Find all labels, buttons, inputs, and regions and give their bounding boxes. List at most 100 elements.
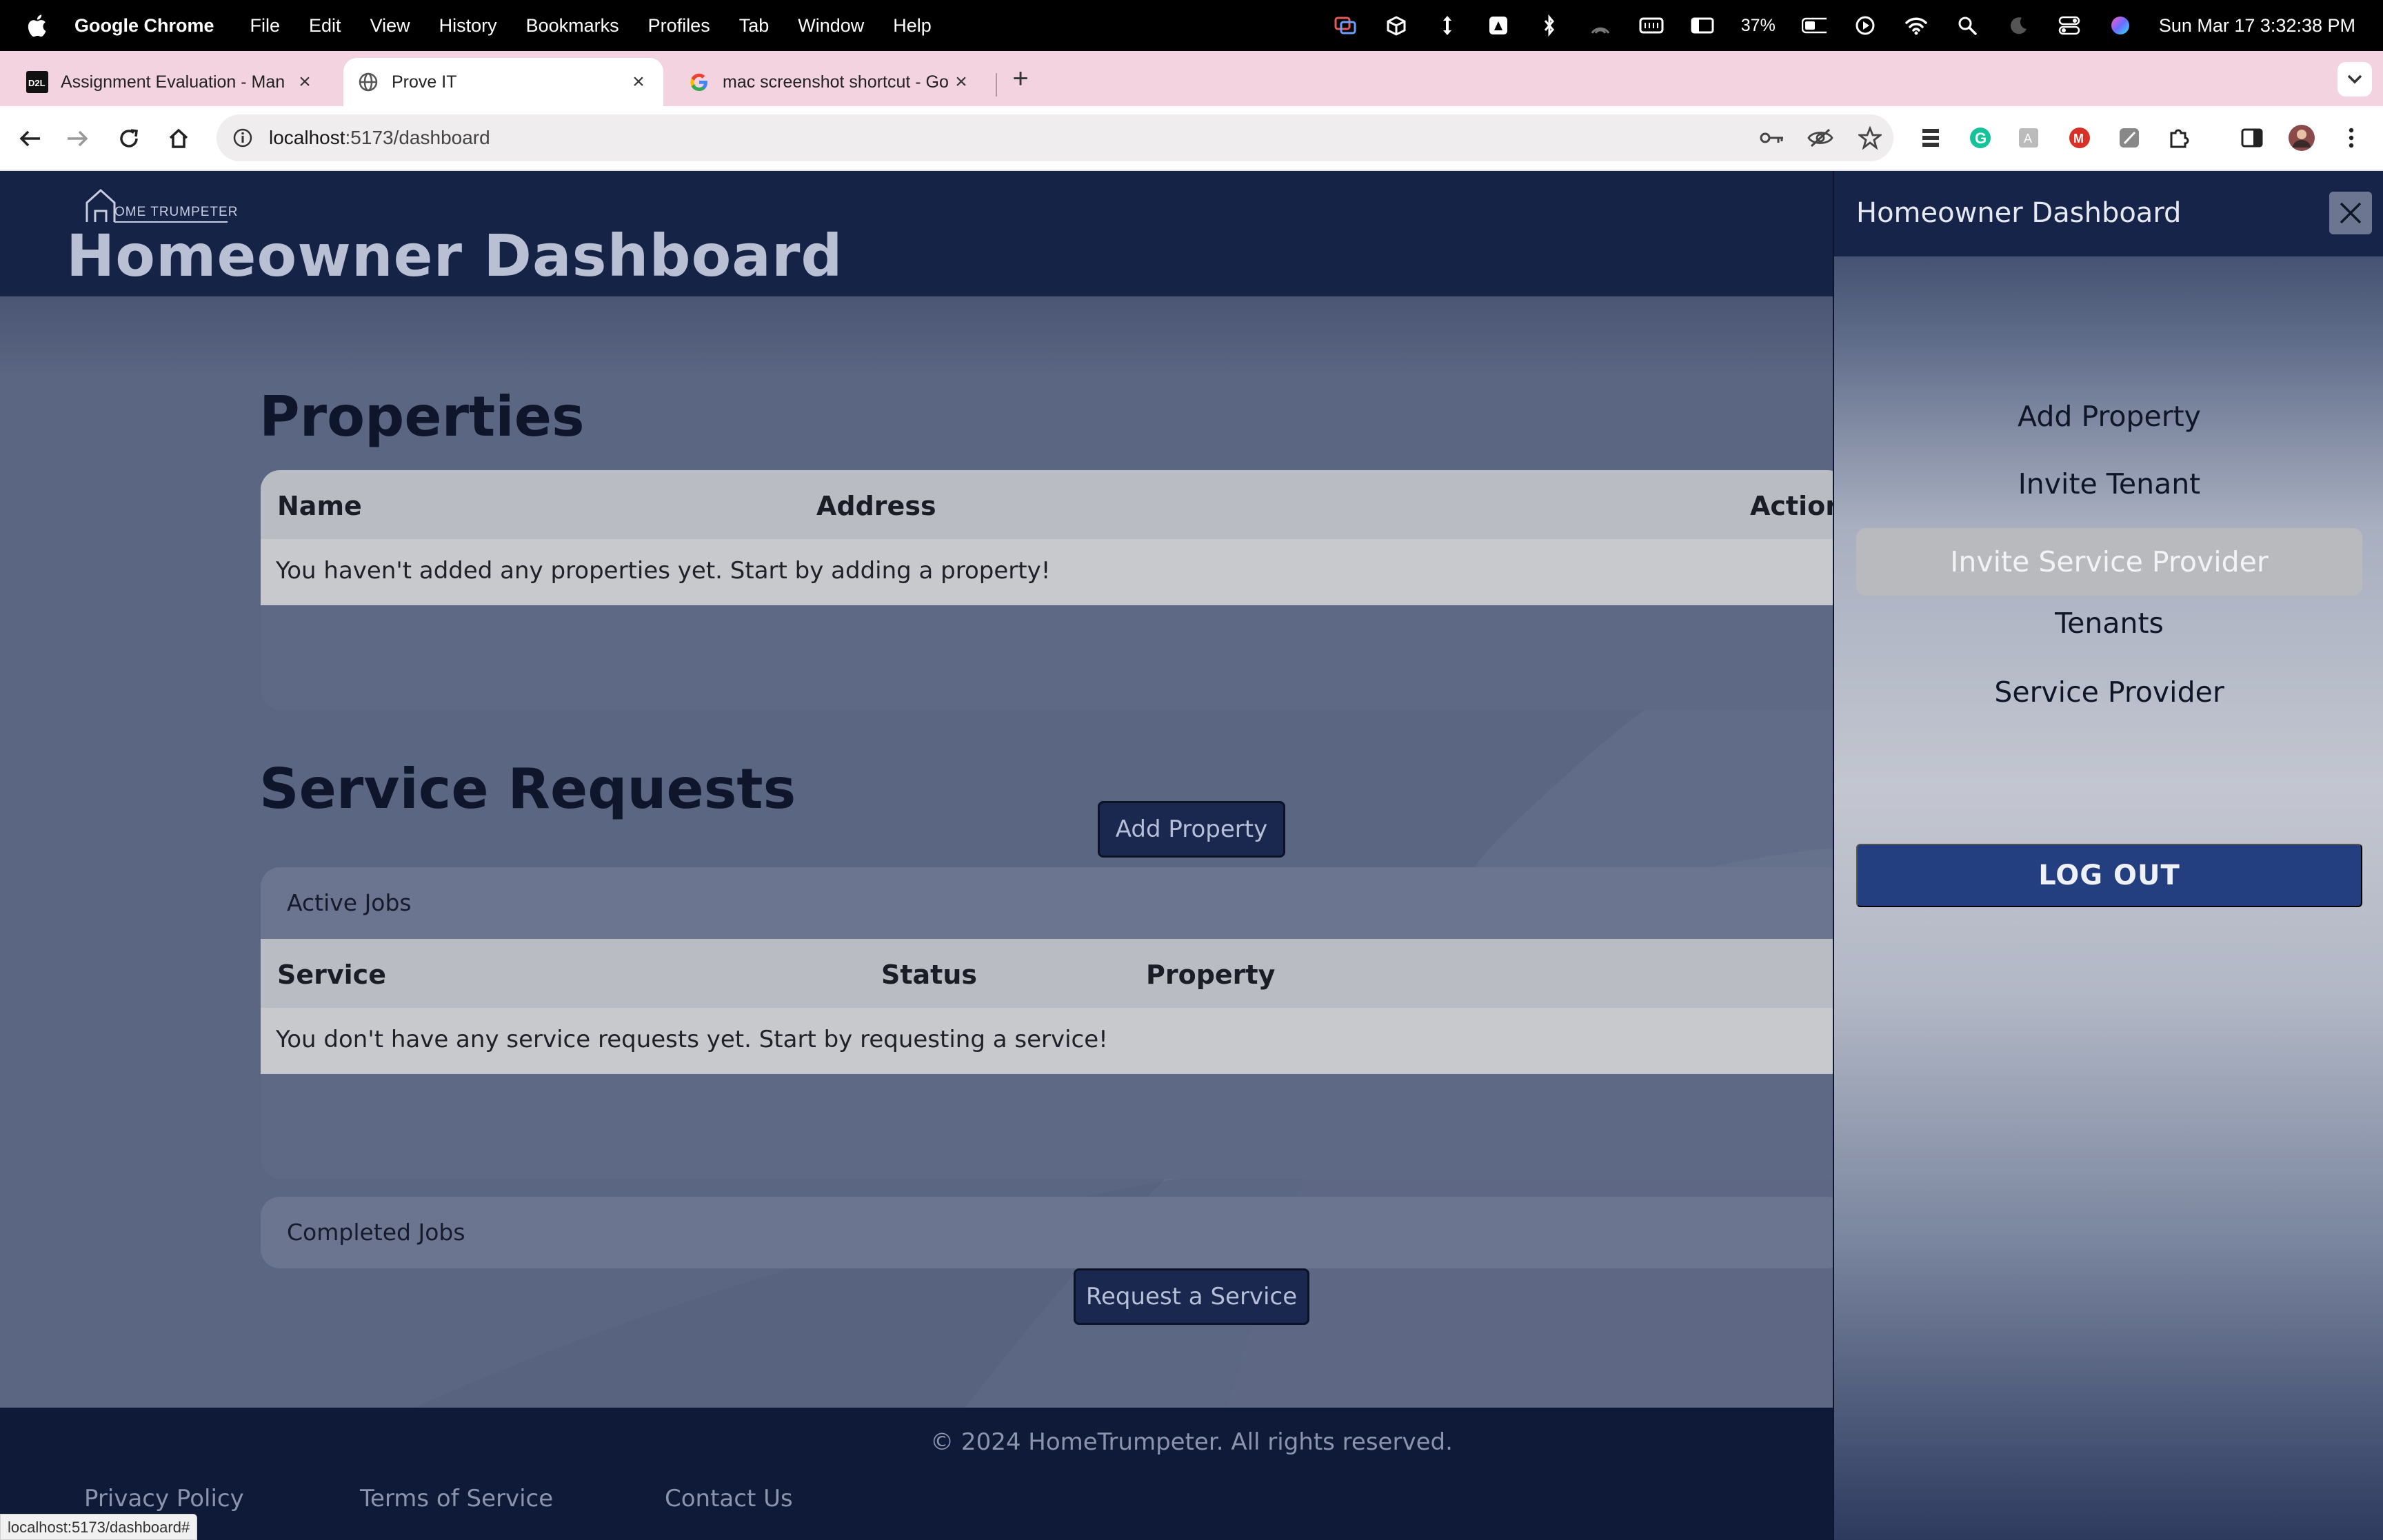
keyboard-icon[interactable] [1639, 15, 1664, 36]
feather-extension-icon[interactable] [2115, 124, 2143, 152]
url-path: :5173/dashboard [345, 127, 490, 148]
svg-text:G: G [1975, 130, 1987, 147]
screen-share-icon[interactable] [1333, 15, 1358, 36]
navigation-drawer: Homeowner Dashboard Add Property Invite … [1833, 171, 2383, 1540]
menu-help[interactable]: Help [893, 15, 932, 37]
menu-bar-tray: 37% Sun Mar 17 3:32:38 PM [1333, 0, 2355, 51]
site-info-icon[interactable] [230, 125, 255, 150]
chrome-menu-icon[interactable] [2337, 124, 2365, 152]
column-header-property[interactable]: Property [1146, 960, 1275, 990]
box-icon[interactable] [1384, 15, 1409, 36]
wifi-icon[interactable] [1904, 15, 1929, 36]
back-arrow-icon[interactable] [15, 124, 44, 153]
forward-arrow-icon[interactable] [63, 124, 92, 153]
active-jobs-label: Active Jobs [287, 889, 412, 916]
completed-jobs-accordion-header[interactable]: Completed Jobs [261, 1197, 1847, 1268]
drawer-item-add-property[interactable]: Add Property [1856, 389, 2362, 444]
service-table-header: Service Status Property [261, 939, 1847, 1008]
menu-profiles[interactable]: Profiles [648, 15, 710, 37]
bookmark-star-icon[interactable] [1856, 125, 1884, 150]
drawer-title: Homeowner Dashboard [1856, 197, 2182, 229]
tab-separator [996, 73, 997, 97]
close-tab-icon[interactable]: × [627, 70, 650, 93]
privacy-policy-link[interactable]: Privacy Policy [84, 1485, 244, 1512]
tab-title: Prove IT [392, 72, 457, 92]
properties-card: Name Address Action You haven't added an… [261, 470, 1847, 710]
d2l-icon: D2L [26, 71, 48, 93]
add-property-button[interactable]: Add Property [1098, 801, 1285, 858]
reload-icon[interactable] [114, 124, 143, 153]
logo-text: OME TRUMPETER [114, 205, 239, 219]
eye-slash-icon[interactable] [1807, 125, 1834, 150]
address-bar[interactable]: localhost:5173/dashboard [217, 114, 1893, 161]
site-footer: © 2024 HomeTrumpeter. All rights reserve… [0, 1408, 1834, 1540]
arrows-vertical-icon[interactable] [1435, 15, 1460, 36]
display-icon[interactable] [1690, 15, 1715, 36]
menu-file[interactable]: File [250, 15, 281, 37]
browser-tab-strip: D2L Assignment Evaluation - Man × Prove … [0, 51, 2383, 106]
logout-button[interactable]: LOG OUT [1856, 844, 2362, 907]
drawer-header: Homeowner Dashboard [1834, 171, 2383, 256]
drawer-item-tenants[interactable]: Tenants [1856, 596, 2362, 651]
status-bar-url: localhost:5173/dashboard# [0, 1514, 198, 1540]
profile-avatar[interactable] [2288, 124, 2315, 152]
play-circle-icon[interactable] [1853, 15, 1878, 36]
drawer-item-invite-tenant[interactable]: Invite Tenant [1856, 456, 2362, 511]
browser-tab-prove-it[interactable]: Prove IT × [343, 58, 663, 106]
terms-of-service-link[interactable]: Terms of Service [360, 1485, 553, 1512]
tab-search-chevron-icon[interactable] [2337, 62, 2372, 97]
macos-menu-bar: Google Chrome File Edit View History Boo… [0, 0, 2383, 51]
column-header-name[interactable]: Name [277, 491, 362, 521]
airdrop-icon[interactable] [1588, 15, 1613, 36]
gmail-extension-icon[interactable]: M [2066, 124, 2093, 152]
svg-text:A: A [2024, 132, 2032, 145]
apple-menu-icon[interactable] [26, 13, 47, 38]
menu-window[interactable]: Window [798, 15, 864, 37]
completed-jobs-label: Completed Jobs [287, 1219, 465, 1246]
drawer-item-invite-service-provider[interactable]: Invite Service Provider [1856, 528, 2362, 596]
close-icon[interactable] [2329, 192, 2372, 234]
column-header-action[interactable]: Action [1750, 491, 1844, 521]
home-icon[interactable] [164, 124, 193, 153]
tab-title: Assignment Evaluation - Man [61, 72, 285, 92]
request-service-button[interactable]: Request a Service [1074, 1268, 1309, 1325]
active-jobs-accordion-header[interactable]: Active Jobs [261, 867, 1847, 939]
stack-extension-icon[interactable] [1917, 124, 1944, 152]
side-panel-icon[interactable] [2238, 124, 2266, 152]
menu-bar-clock[interactable]: Sun Mar 17 3:32:38 PM [2159, 15, 2355, 37]
menu-app-name[interactable]: Google Chrome [74, 15, 214, 37]
spotlight-search-icon[interactable] [1955, 15, 1980, 36]
globe-icon [357, 71, 379, 93]
password-key-icon[interactable] [1758, 125, 1786, 150]
page-title: Homeowner Dashboard [66, 222, 843, 290]
moon-icon[interactable] [2006, 15, 2031, 36]
column-header-address[interactable]: Address [816, 491, 936, 521]
siri-icon[interactable] [2108, 15, 2133, 36]
translate-extension-icon[interactable]: A [2015, 124, 2042, 152]
url-text[interactable]: localhost:5173/dashboard [269, 127, 490, 149]
drawer-item-service-provider[interactable]: Service Provider [1856, 665, 2362, 720]
new-tab-plus-icon[interactable]: + [1007, 63, 1034, 94]
google-icon [688, 71, 710, 93]
bluetooth-icon[interactable] [1537, 14, 1562, 37]
browser-tab-google-search[interactable]: mac screenshot shortcut - Go × [674, 58, 986, 106]
drive-icon[interactable] [1486, 15, 1511, 36]
menu-edit[interactable]: Edit [309, 15, 341, 37]
properties-empty-message: You haven't added any properties yet. St… [276, 557, 1051, 585]
browser-tab-assignment[interactable]: D2L Assignment Evaluation - Man × [12, 58, 330, 106]
menu-history[interactable]: History [439, 15, 497, 37]
table-row: You don't have any service requests yet.… [261, 1008, 1847, 1074]
battery-icon[interactable] [1801, 15, 1827, 36]
contact-us-link[interactable]: Contact Us [665, 1485, 793, 1512]
grammarly-icon[interactable]: G [1967, 124, 1994, 152]
puzzle-extensions-icon[interactable] [2165, 124, 2193, 152]
menu-view[interactable]: View [370, 15, 410, 37]
properties-heading: Properties [259, 385, 585, 449]
close-tab-icon[interactable]: × [950, 70, 972, 93]
control-center-icon[interactable] [2057, 15, 2082, 36]
column-header-status[interactable]: Status [881, 960, 977, 990]
column-header-service[interactable]: Service [277, 960, 386, 990]
close-tab-icon[interactable]: × [294, 70, 316, 93]
menu-tab[interactable]: Tab [739, 15, 770, 37]
menu-bookmarks[interactable]: Bookmarks [526, 15, 619, 37]
